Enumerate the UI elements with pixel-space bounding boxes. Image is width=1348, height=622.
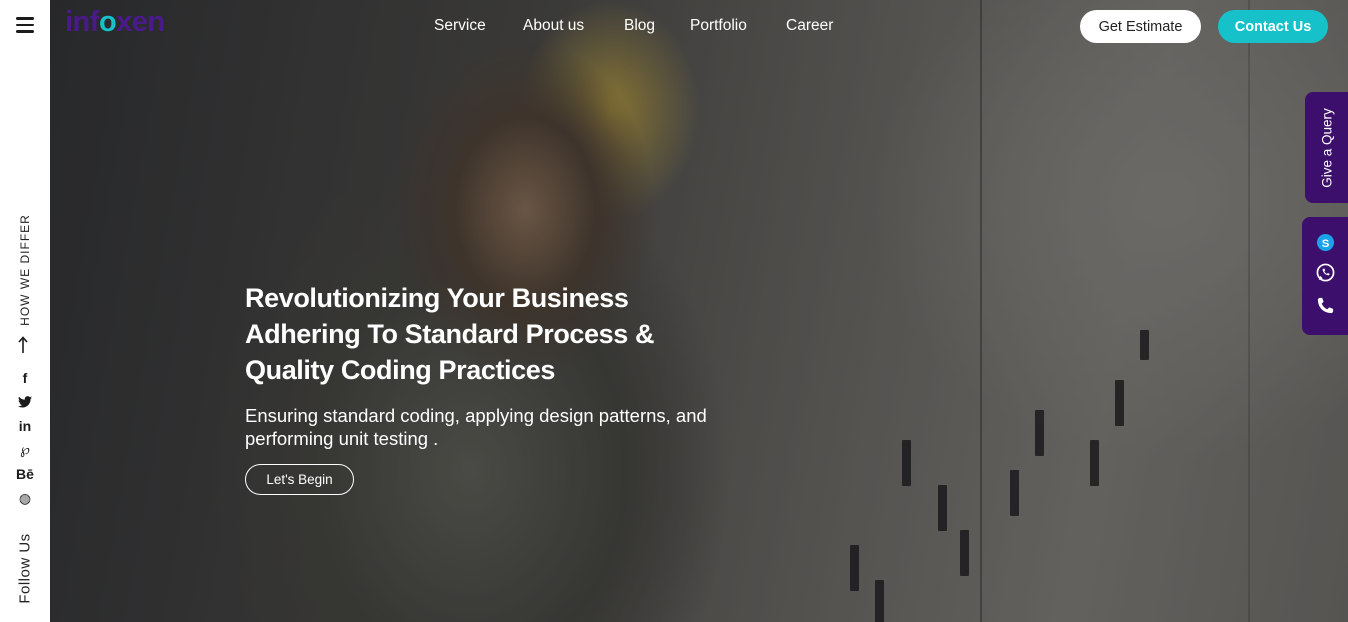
linkedin-icon[interactable]: in bbox=[13, 418, 37, 434]
nav-item-service[interactable]: Service bbox=[434, 17, 486, 35]
phone-icon[interactable] bbox=[1316, 296, 1335, 315]
hero-title-line: Quality Coding Practices bbox=[245, 355, 555, 385]
get-estimate-button[interactable]: Get Estimate bbox=[1080, 10, 1201, 43]
how-we-differ-label[interactable]: HOW WE DIFFER bbox=[18, 214, 32, 326]
dribbble-icon[interactable]: ◍ bbox=[13, 490, 37, 507]
nav-item-blog[interactable]: Blog bbox=[624, 17, 655, 35]
skype-icon[interactable]: S bbox=[1316, 233, 1335, 252]
behance-icon[interactable]: Bē bbox=[13, 466, 37, 482]
quick-contact-tab: S bbox=[1302, 217, 1348, 335]
twitter-icon[interactable] bbox=[13, 395, 37, 411]
hero-title: Revolutionizing Your Business Adhering T… bbox=[245, 280, 765, 388]
left-sidebar: HOW WE DIFFER f in ℘ Bē ◍ Follow Us bbox=[0, 0, 50, 622]
contact-us-button[interactable]: Contact Us bbox=[1218, 10, 1328, 43]
give-a-query-label: Give a Query bbox=[1319, 107, 1334, 188]
whatsapp-icon[interactable] bbox=[1316, 263, 1335, 282]
nav-item-portfolio[interactable]: Portfolio bbox=[690, 17, 747, 35]
follow-us-label: Follow Us bbox=[16, 533, 34, 604]
facebook-icon[interactable]: f bbox=[13, 370, 37, 386]
lets-begin-button[interactable]: Let's Begin bbox=[245, 464, 354, 495]
pinterest-icon[interactable]: ℘ bbox=[13, 441, 37, 458]
hero-subtitle: Ensuring standard coding, applying desig… bbox=[245, 405, 707, 449]
nav-item-career[interactable]: Career bbox=[786, 17, 833, 35]
nav-item-about-us[interactable]: About us bbox=[523, 17, 584, 35]
hero-title-line: Revolutionizing Your Business bbox=[245, 283, 629, 313]
arrow-up-icon bbox=[18, 336, 28, 353]
hero-title-line: Adhering To Standard Process & bbox=[245, 319, 655, 349]
svg-text:S: S bbox=[1322, 238, 1330, 250]
give-a-query-tab[interactable]: Give a Query bbox=[1305, 92, 1348, 203]
